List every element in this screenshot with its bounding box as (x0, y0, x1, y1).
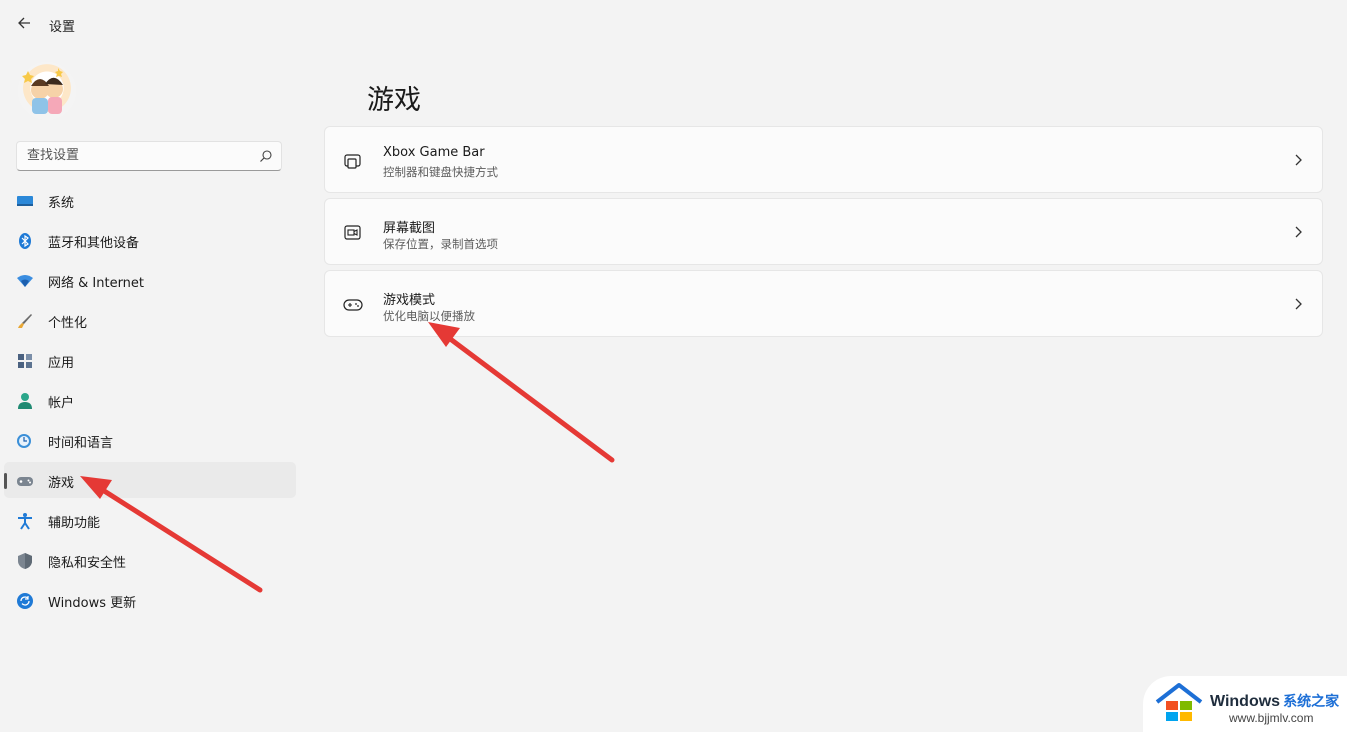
sidebar-item-apps[interactable]: 应用 (4, 342, 296, 378)
sidebar-item-label: 网络 & Internet (48, 276, 145, 291)
sidebar-item-system[interactable]: 系统 (4, 182, 296, 218)
card-title: 屏幕截图 (383, 221, 436, 236)
chevron-right-icon (1295, 154, 1302, 166)
chevron-right-icon (1295, 298, 1302, 310)
watermark-brand-en: Windows (1210, 693, 1281, 710)
sidebar-item-label: 帐户 (48, 396, 75, 411)
watermark-brand: Windows 系统之家 (1210, 691, 1339, 711)
system-icon (17, 196, 33, 206)
sidebar-item-privacy[interactable]: 隐私和安全性 (4, 542, 296, 578)
search-icon[interactable] (259, 149, 273, 163)
card-title: Xbox Game Bar (383, 145, 485, 160)
sidebar-item-label: Windows 更新 (48, 596, 137, 611)
watermark-url: www.bjjmlv.com (1229, 711, 1314, 725)
sidebar-item-label: 游戏 (48, 476, 75, 491)
gamepad-icon (17, 477, 33, 486)
card-captures[interactable]: 屏幕截图 保存位置，录制首选项 (324, 198, 1323, 265)
chevron-right-icon (1295, 226, 1302, 238)
sidebar-item-label: 辅助功能 (48, 516, 101, 531)
time-language-icon (17, 434, 31, 448)
page-title: 游戏 (367, 85, 421, 116)
card-xbox-game-bar[interactable]: Xbox Game Bar 控制器和键盘快捷方式 (324, 126, 1323, 193)
app-title: 设置 (49, 20, 76, 35)
sidebar-item-label: 应用 (48, 356, 75, 371)
sidebar-item-personalization[interactable]: 个性化 (4, 302, 296, 338)
game-mode-icon (343, 299, 363, 311)
card-subtitle: 优化电脑以便播放 (383, 309, 475, 323)
bluetooth-icon (19, 233, 31, 249)
shield-icon (18, 553, 32, 569)
game-bar-icon (344, 154, 361, 169)
back-arrow-icon[interactable] (14, 12, 36, 34)
sidebar-item-label: 时间和语言 (48, 436, 114, 451)
title-bar: 设置 (0, 0, 1347, 48)
selection-indicator (4, 473, 7, 489)
sidebar-item-accounts[interactable]: 帐户 (4, 382, 296, 418)
apps-icon (18, 354, 32, 368)
card-subtitle: 保存位置，录制首选项 (383, 237, 498, 251)
sidebar-item-network[interactable]: 网络 & Internet (4, 262, 296, 298)
wifi-icon (17, 275, 33, 287)
sidebar-item-windows-update[interactable]: Windows 更新 (4, 582, 296, 618)
sidebar-item-label: 蓝牙和其他设备 (48, 236, 140, 251)
watermark-brand-cn: 系统之家 (1283, 693, 1340, 709)
card-title: 游戏模式 (383, 293, 436, 308)
arrow-to-game-mode (428, 322, 615, 463)
sidebar-item-time-language[interactable]: 时间和语言 (4, 422, 296, 458)
sidebar-item-label: 隐私和安全性 (48, 556, 127, 571)
card-subtitle: 控制器和键盘快捷方式 (383, 165, 498, 179)
search-input[interactable] (27, 148, 247, 163)
sidebar-item-bluetooth[interactable]: 蓝牙和其他设备 (4, 222, 296, 258)
watermark: Windows 系统之家 www.bjjmlv.com (1143, 676, 1347, 732)
user-avatar[interactable] (18, 62, 76, 120)
card-game-mode[interactable]: 游戏模式 优化电脑以便播放 (324, 270, 1323, 337)
sidebar-item-label: 个性化 (48, 316, 88, 331)
sidebar-item-accessibility[interactable]: 辅助功能 (4, 502, 296, 538)
brush-icon (18, 314, 32, 328)
sidebar-nav: 系统 蓝牙和其他设备 网络 & Internet 个性化 应用 帐户 时间和语言… (4, 182, 296, 622)
house-logo-icon (1155, 683, 1203, 721)
search-box[interactable] (16, 141, 282, 171)
accessibility-icon (18, 513, 32, 530)
sidebar-item-gaming[interactable]: 游戏 (4, 462, 296, 498)
sidebar-item-label: 系统 (48, 196, 75, 211)
account-icon (18, 393, 32, 409)
update-icon (17, 593, 33, 609)
capture-icon (344, 225, 361, 240)
